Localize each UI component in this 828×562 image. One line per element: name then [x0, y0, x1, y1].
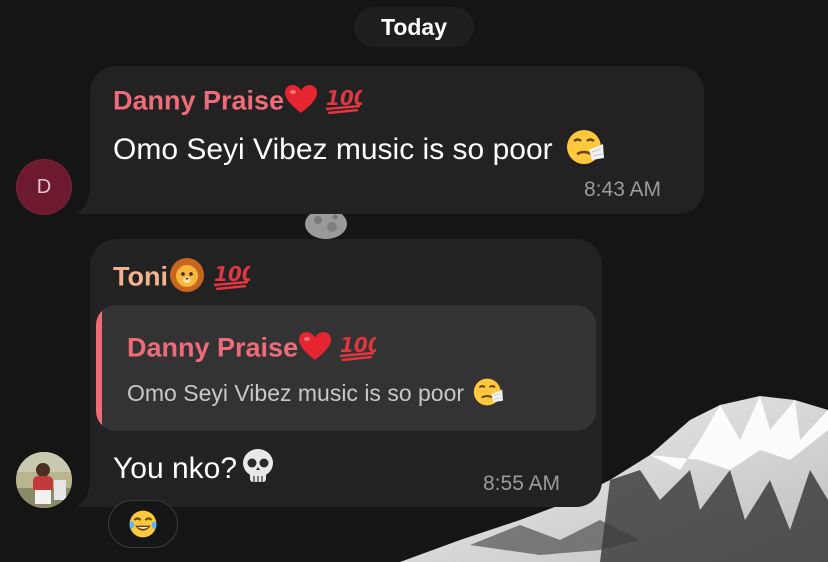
lion-face-icon [168, 257, 206, 300]
sender-name-text: Toni [113, 261, 168, 292]
sneezing-face-icon [472, 377, 504, 413]
message-text-content: Omo Seyi Vibez music is so poor [113, 132, 553, 166]
red-heart-icon [284, 84, 318, 121]
hundred-points-icon: 100 [212, 260, 256, 297]
message-bubble[interactable]: Danny Praise 100 Omo Seyi Vibez music is … [90, 66, 704, 214]
message-text: Omo Seyi Vibez music is so poor [113, 128, 605, 174]
avatar-initial: D [36, 176, 52, 198]
avatar[interactable] [16, 452, 72, 508]
message-text-content: You nko? [113, 451, 238, 485]
skull-icon [239, 447, 277, 493]
message-timestamp: 8:55 AM [483, 472, 561, 495]
avatar[interactable]: D [16, 159, 72, 215]
sneezing-face-icon [565, 128, 605, 174]
reply-message-text: Omo Seyi Vibez music is so poor [127, 377, 504, 413]
message-timestamp: 8:43 AM [584, 178, 662, 201]
date-separator: Today [354, 7, 474, 47]
reply-message-content: Omo Seyi Vibez music is so poor [127, 380, 465, 407]
face-with-tears-of-joy-icon [129, 510, 157, 538]
message-bubble[interactable]: Toni 100 Danny Praise 100 Omo Seyi Vibez m… [90, 239, 602, 507]
sender-name[interactable]: Danny Praise 100 [113, 84, 368, 121]
sender-name[interactable]: Toni 100 [113, 257, 256, 300]
reply-sender-text: Danny Praise [127, 332, 299, 363]
hundred-points-icon: 100 [324, 84, 368, 121]
avatar-photo [16, 452, 72, 508]
reaction-chip[interactable] [108, 500, 178, 548]
message-text: You nko? [113, 447, 277, 493]
reply-quote[interactable]: Danny Praise 100 Omo Seyi Vibez music is … [96, 305, 596, 431]
reply-accent-bar [96, 305, 102, 431]
sender-name-text: Danny Praise [113, 85, 285, 116]
reply-sender-name: Danny Praise 100 [127, 331, 382, 368]
hundred-points-icon: 100 [338, 331, 382, 368]
red-heart-icon [298, 331, 332, 368]
